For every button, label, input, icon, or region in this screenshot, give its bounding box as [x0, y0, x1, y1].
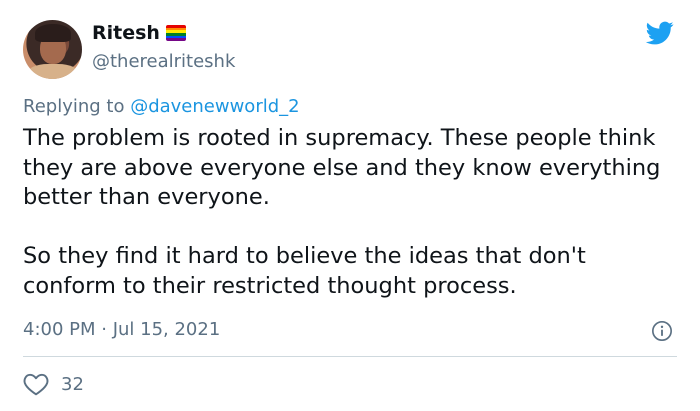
author-name-row: Ritesh: [92, 22, 186, 44]
tweet-paragraph-1: The problem is rooted in supremacy. Thes…: [23, 125, 661, 210]
avatar-shirt: [27, 64, 79, 79]
info-icon[interactable]: [651, 320, 673, 342]
reply-target-link[interactable]: @davenewworld_2: [130, 96, 299, 117]
avatar[interactable]: [23, 20, 82, 79]
like-count: 32: [61, 373, 84, 395]
author-name[interactable]: Ritesh: [92, 22, 160, 44]
tweet-timestamp[interactable]: 4:00 PM · Jul 15, 2021: [23, 319, 220, 340]
reply-context: Replying to @davenewworld_2: [23, 96, 300, 117]
twitter-bird-icon[interactable]: [644, 19, 676, 47]
like-action[interactable]: 32: [23, 372, 84, 396]
avatar-hair: [35, 24, 71, 42]
tweet-body: The problem is rooted in supremacy. Thes…: [23, 124, 683, 301]
rainbow-flag-icon: [165, 25, 186, 41]
reply-prefix: Replying to: [23, 96, 131, 117]
heart-icon[interactable]: [23, 372, 49, 396]
divider: [23, 356, 677, 357]
author-handle[interactable]: @therealriteshk: [92, 51, 235, 72]
tweet-paragraph-2: So they find it hard to believe the idea…: [23, 243, 586, 299]
